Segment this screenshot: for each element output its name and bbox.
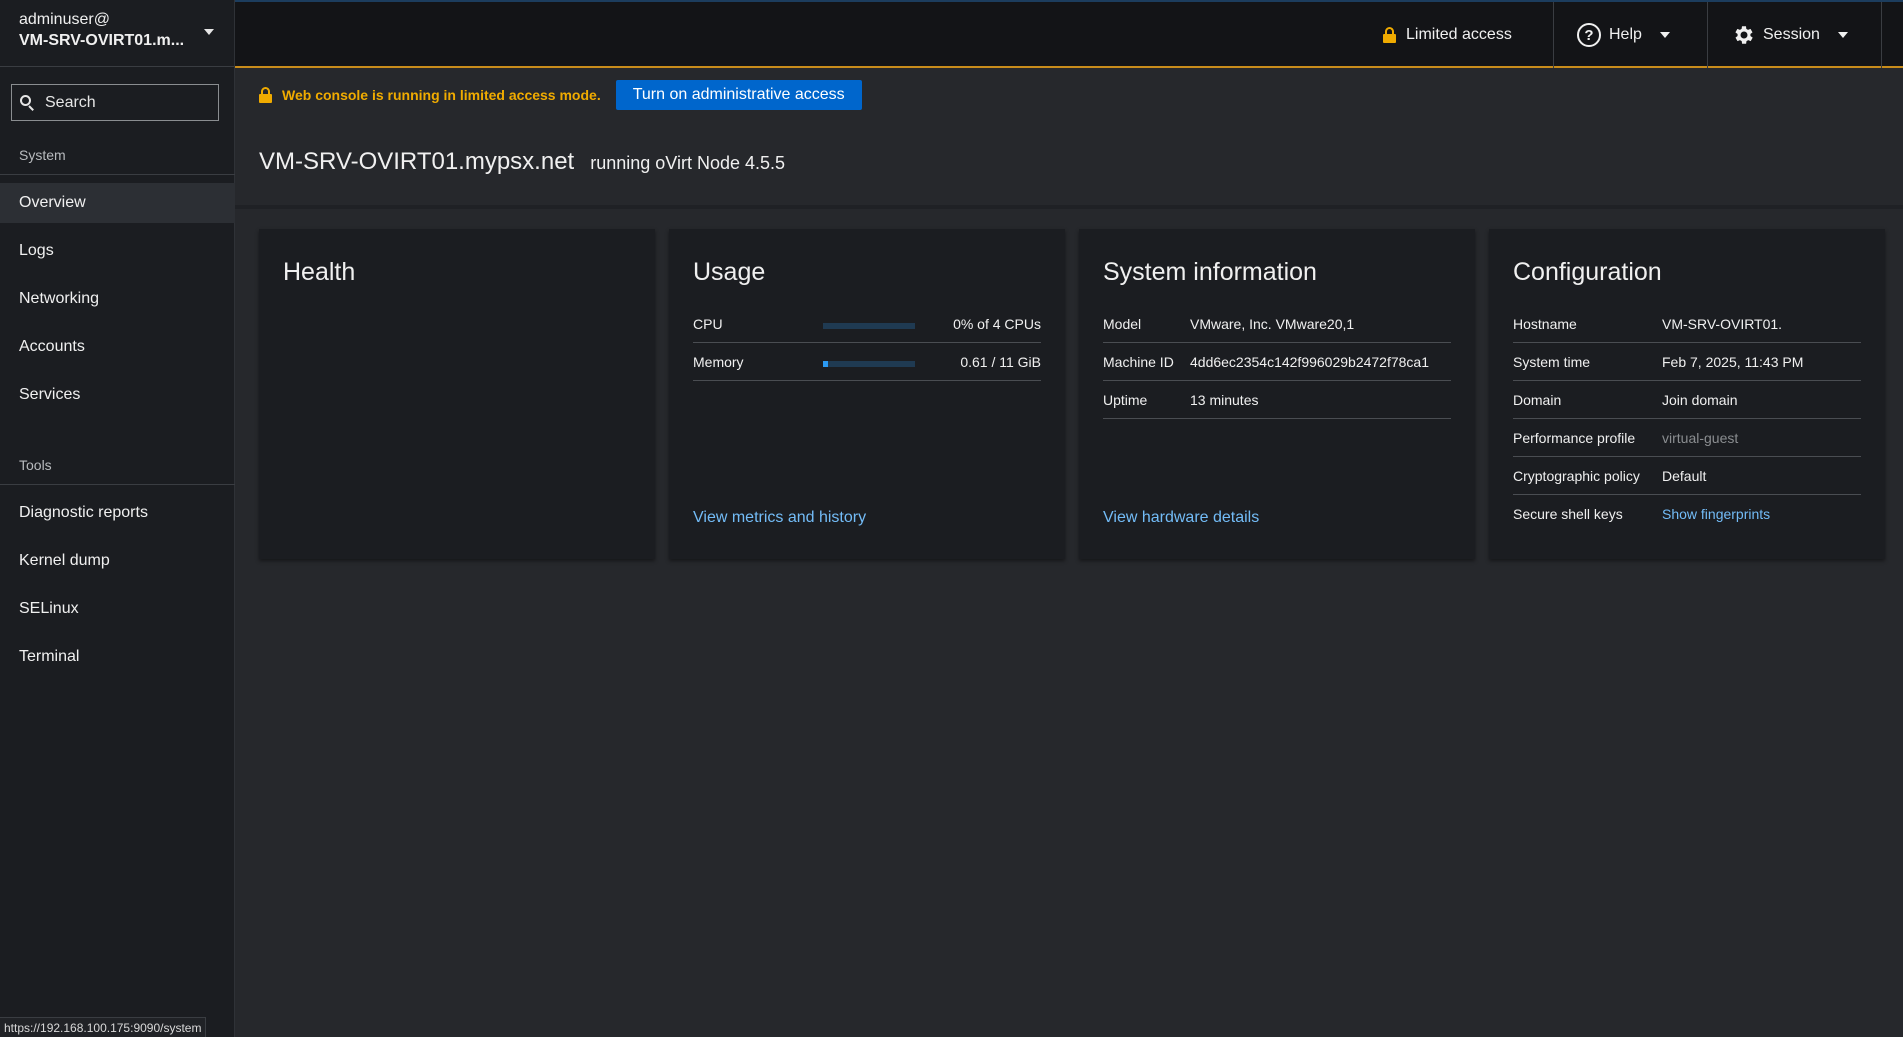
lock-icon [1383,27,1396,43]
caret-down-icon [204,29,214,35]
config-label: Hostname [1513,315,1577,332]
session-label: Session [1763,26,1820,43]
usage-label: CPU [693,315,723,332]
caret-down-icon [1837,32,1848,38]
config-label: Cryptographic policy [1513,467,1640,484]
sidebar-item-terminal[interactable]: Terminal [0,637,235,677]
help-menu-button[interactable]: ? Help [1577,2,1670,68]
topbar: Limited access ? Help Session [235,0,1903,68]
sidebar-item-kernel-dump[interactable]: Kernel dump [0,541,235,581]
topbar-divider [1881,2,1882,68]
config-row-performance-profile: Performance profile virtual-guest [1513,419,1861,457]
sysinfo-row-uptime: Uptime 13 minutes [1103,381,1451,419]
topbar-divider [1553,2,1554,68]
health-card: Health [259,229,655,559]
sysinfo-value: 13 minutes [1190,391,1259,408]
status-url: https://192.168.100.175:9090/system [0,1017,207,1037]
config-label: Secure shell keys [1513,506,1623,522]
sysinfo-label: Model [1103,315,1142,332]
limited-access-button[interactable]: Limited access [1383,2,1512,68]
card-title: System information [1103,258,1317,286]
lock-icon [259,87,272,103]
performance-profile-value: virtual-guest [1662,429,1739,446]
memory-usage-bar [823,361,915,367]
caret-down-icon [1659,32,1670,38]
show-fingerprints-link[interactable]: Show fingerprints [1662,506,1770,522]
card-title: Health [283,258,356,286]
sidebar-item-networking[interactable]: Networking [0,279,235,319]
usage-value: 0.61 / 11 GiB [960,353,1041,370]
config-label: System time [1513,353,1591,370]
help-label: Help [1609,26,1642,43]
usage-row-cpu: CPU 0% of 4 CPUs [693,305,1041,343]
sidebar-item-diagnostic-reports[interactable]: Diagnostic reports [0,493,235,533]
search-icon [20,94,36,111]
usage-label: Memory [693,353,744,370]
host-switcher[interactable]: adminuser@ VM-SRV-OVIRT01.m... [0,0,234,67]
session-menu-button[interactable]: Session [1731,2,1848,68]
topbar-divider [1707,2,1708,68]
config-label: Performance profile [1513,429,1636,446]
page-subtitle: running oVirt Node 4.5.5 [590,153,786,173]
memory-usage-fill [823,361,829,367]
sysinfo-label: Uptime [1103,391,1148,408]
system-information-card: System information Model VMware, Inc. VM… [1079,229,1475,559]
nav-section-tools: Tools [19,457,52,473]
cpu-usage-bar [823,323,915,329]
config-row-crypto-policy: Cryptographic policy Default [1513,457,1861,495]
turn-on-admin-access-button[interactable]: Turn on administrative access [615,80,862,110]
page-header: VM-SRV-OVIRT01.mypsx.net running oVirt N… [259,148,785,176]
sidebar-item-services[interactable]: Services [0,375,235,415]
crypto-policy-value[interactable]: Default [1662,468,1706,484]
sysinfo-value: VMware, Inc. VMware20,1 [1190,315,1355,332]
card-title: Configuration [1513,258,1662,286]
sidebar-item-logs[interactable]: Logs [0,231,235,271]
page-title: VM-SRV-OVIRT01.mypsx.net [259,148,575,175]
alert-text: Web console is running in limited access… [282,87,601,103]
limited-access-label: Limited access [1406,26,1512,43]
nav-divider [0,174,235,175]
config-row-ssh-keys: Secure shell keys Show fingerprints [1513,495,1861,533]
card-title: Usage [693,258,766,286]
sysinfo-value: 4dd6ec2354c142f996029b2472f78ca1 [1190,353,1430,370]
config-row-system-time: System time Feb 7, 2025, 11:43 PM [1513,343,1861,381]
sidebar-item-overview[interactable]: Overview [0,183,235,223]
gear-icon [1735,26,1753,44]
join-domain-value[interactable]: Join domain [1662,392,1738,408]
usage-row-memory: Memory 0.61 / 11 GiB [693,343,1041,381]
sysinfo-label: Machine ID [1103,353,1174,370]
host-name: VM-SRV-OVIRT01.m... [19,32,185,49]
sidebar-item-selinux[interactable]: SELinux [0,589,235,629]
header-divider [235,205,1903,209]
config-row-domain: Domain Join domain [1513,381,1861,419]
search-box[interactable] [11,84,219,121]
configuration-card: Configuration Hostname VM-SRV-OVIRT01. S… [1489,229,1885,559]
limited-access-alert: Web console is running in limited access… [259,80,862,110]
search-input[interactable] [45,93,205,112]
host-user: adminuser@ [19,11,110,28]
nav-section-system: System [19,147,66,163]
config-row-hostname: Hostname VM-SRV-OVIRT01. [1513,305,1861,343]
sidebar-item-accounts[interactable]: Accounts [0,327,235,367]
system-time-value[interactable]: Feb 7, 2025, 11:43 PM [1662,354,1803,370]
sysinfo-row-machine-id: Machine ID 4dd6ec2354c142f996029b2472f78… [1103,343,1451,381]
sysinfo-row-model: Model VMware, Inc. VMware20,1 [1103,305,1451,343]
usage-card: Usage CPU 0% of 4 CPUs Memory 0.61 / 11 … [669,229,1065,559]
view-metrics-link[interactable]: View metrics and history [693,509,866,527]
view-hardware-details-link[interactable]: View hardware details [1103,509,1259,527]
config-label: Domain [1513,391,1562,408]
hostname-value[interactable]: VM-SRV-OVIRT01. [1662,316,1782,332]
help-icon: ? [1577,23,1601,47]
nav-divider [0,484,235,485]
usage-value: 0% of 4 CPUs [953,315,1041,332]
sidebar: adminuser@ VM-SRV-OVIRT01.m... System Ov… [0,0,235,1037]
